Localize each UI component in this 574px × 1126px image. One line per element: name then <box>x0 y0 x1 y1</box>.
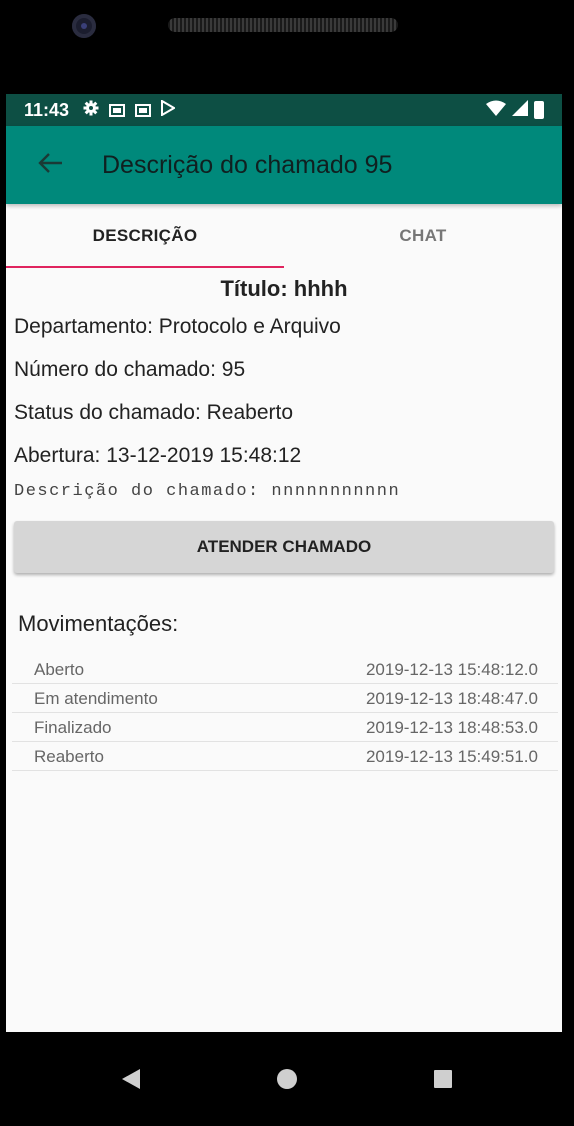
attend-ticket-button[interactable]: ATENDER CHAMADO <box>14 521 554 573</box>
nav-recents-icon <box>434 1070 452 1088</box>
nav-home-button[interactable] <box>247 1049 327 1109</box>
page-title: Descrição do chamado 95 <box>102 150 393 179</box>
tab-indicator <box>6 266 284 268</box>
ticket-status: Status do chamado: Reaberto <box>14 401 294 424</box>
gear-icon <box>83 100 99 121</box>
list-item: Em atendimento 2019-12-13 18:48:47.0 <box>12 684 558 713</box>
nav-recents-button[interactable] <box>403 1049 483 1109</box>
movement-status: Finalizado <box>34 718 112 737</box>
ticket-title: Título: hhhh <box>220 276 348 301</box>
battery-icon <box>534 101 544 119</box>
arrow-left-icon <box>37 152 63 179</box>
app-bar: Descrição do chamado 95 <box>6 126 562 204</box>
ticket-department: Departamento: Protocolo e Arquivo <box>14 315 341 338</box>
movement-status: Aberto <box>34 660 85 679</box>
navigation-bar <box>0 1032 574 1126</box>
system-status-icons <box>486 99 544 121</box>
nav-back-button[interactable] <box>91 1049 171 1109</box>
earpiece-speaker <box>168 18 398 32</box>
gmail-icon <box>109 103 126 117</box>
notification-icons <box>83 98 177 121</box>
tab-chat[interactable]: CHAT <box>284 204 562 268</box>
ticket-description: Descrição do chamado: nnnnnnnnnnn <box>14 482 401 501</box>
ticket-number: Número do chamado: 95 <box>14 358 246 381</box>
movement-status: Reaberto <box>34 747 104 766</box>
tab-bar: DESCRIÇÃO CHAT <box>6 204 562 268</box>
wifi-icon <box>486 100 506 121</box>
movement-timestamp: 2019-12-13 18:48:53.0 <box>365 718 538 737</box>
front-camera <box>72 14 96 38</box>
nav-back-icon <box>122 1069 140 1089</box>
status-time: 11:43 <box>24 99 70 120</box>
phone-screen: 11:43 Descrição do chamado 95 DESCRIÇÃO … <box>6 94 562 1032</box>
tab-descricao[interactable]: DESCRIÇÃO <box>6 204 284 268</box>
list-item: Finalizado 2019-12-13 18:48:53.0 <box>12 713 558 742</box>
play-store-icon <box>161 98 177 121</box>
ticket-opened: Abertura: 13-12-2019 15:48:12 <box>14 444 302 467</box>
back-button[interactable] <box>20 135 80 195</box>
movement-timestamp: 2019-12-13 15:48:12.0 <box>365 660 538 679</box>
movements-list: Aberto 2019-12-13 15:48:12.0 Em atendime… <box>12 655 558 771</box>
list-item: Aberto 2019-12-13 15:48:12.0 <box>12 655 558 684</box>
ticket-details: Título: hhhh Departamento: Protocolo e A… <box>6 276 562 771</box>
movements-heading: Movimentações: <box>18 611 179 636</box>
nav-home-icon <box>277 1069 297 1089</box>
movement-timestamp: 2019-12-13 18:48:47.0 <box>365 689 538 708</box>
signal-icon <box>512 99 528 121</box>
movement-timestamp: 2019-12-13 15:49:51.0 <box>365 747 538 766</box>
movement-status: Em atendimento <box>34 689 158 708</box>
status-bar: 11:43 <box>6 94 562 126</box>
gmail-icon <box>135 103 152 117</box>
list-item: Reaberto 2019-12-13 15:49:51.0 <box>12 742 558 771</box>
